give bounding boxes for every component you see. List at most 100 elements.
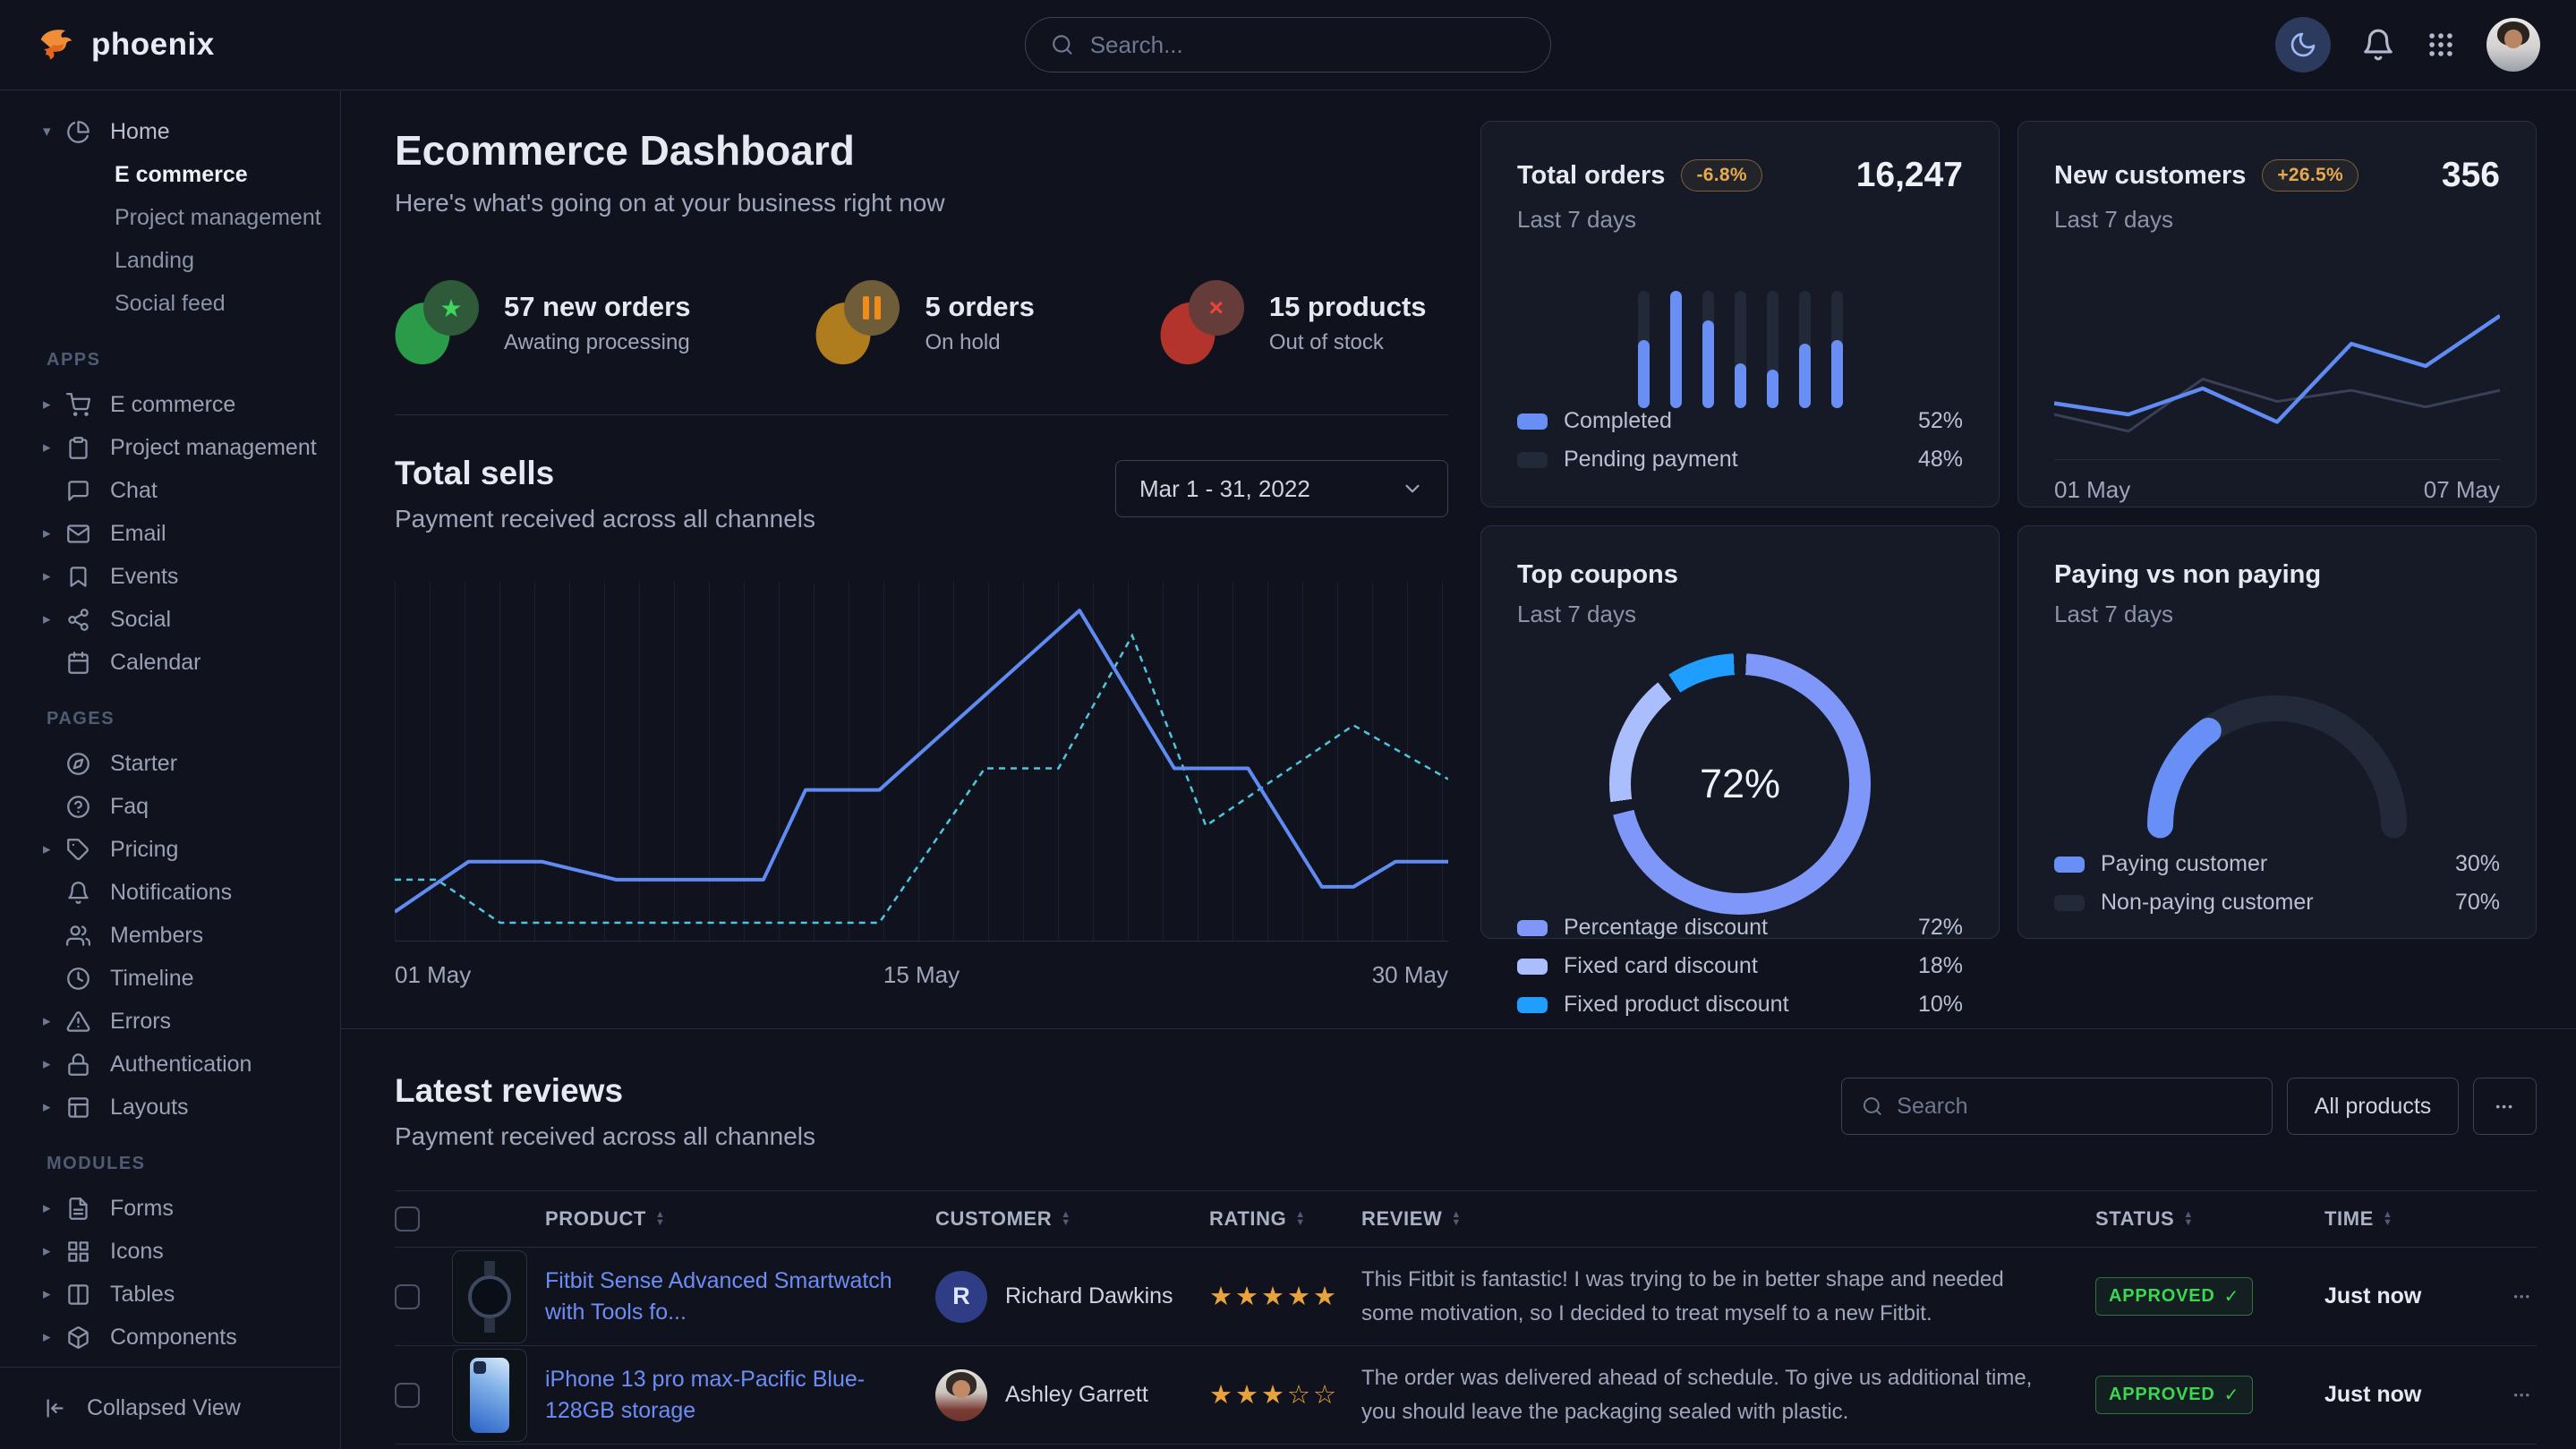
sidebar-item-errors[interactable]: ▸Errors <box>0 1000 340 1043</box>
page-subtitle: Here's what's going on at your business … <box>395 189 1448 217</box>
row-checkbox[interactable] <box>395 1383 420 1408</box>
reviews-search[interactable] <box>1841 1078 2273 1135</box>
review-text: This Fitbit is fantastic! I was trying t… <box>1361 1263 2095 1329</box>
order-bar <box>1638 291 1650 408</box>
status-badge: APPROVED✓ <box>2095 1277 2253 1316</box>
sidebar-item-events[interactable]: ▸Events <box>0 555 340 598</box>
brand[interactable]: phoenix <box>36 24 215 65</box>
collapse-view-button[interactable]: Collapsed View <box>0 1367 340 1449</box>
clock-icon <box>66 967 90 991</box>
sidebar-item-notifications[interactable]: Notifications <box>0 871 340 914</box>
bookmark-icon <box>66 565 90 589</box>
global-search-input[interactable] <box>1090 31 1525 59</box>
sidebar-item-forms[interactable]: ▸Forms <box>0 1187 340 1230</box>
sidebar-item-faq[interactable]: Faq <box>0 785 340 828</box>
card-title: Total orders <box>1517 161 1665 191</box>
page-title: Ecommerce Dashboard <box>395 126 1448 175</box>
sidebar-item-starter[interactable]: Starter <box>0 742 340 785</box>
sidebar-item-label: E commerce <box>110 392 235 418</box>
sidebar-item-pricing[interactable]: ▸Pricing <box>0 828 340 871</box>
sidebar-item-label: Events <box>110 564 178 590</box>
mail-icon <box>66 522 90 546</box>
user-avatar[interactable] <box>2486 18 2540 72</box>
sidebar-item-project-management[interactable]: Project management <box>0 196 340 239</box>
alert-triangle-icon <box>66 1010 90 1034</box>
sort-icon: ▲▼ <box>1295 1211 1306 1227</box>
reviews-more-button[interactable]: ••• <box>2473 1078 2537 1135</box>
stat-caption: Awating processing <box>504 330 690 355</box>
quick-stats: ★ 57 new orders Awating processing 5 ord… <box>395 280 1448 366</box>
all-products-button[interactable]: All products <box>2287 1078 2460 1135</box>
moon-icon <box>2289 30 2317 59</box>
dashboard-left-column: Ecommerce Dashboard Here's what's going … <box>395 121 1448 989</box>
review-text: The order was delivered ahead of schedul… <box>1361 1361 2095 1428</box>
sidebar-item-social[interactable]: ▸Social <box>0 598 340 641</box>
global-search[interactable] <box>1025 17 1551 72</box>
sidebar-item-social-feed[interactable]: Social feed <box>0 282 340 325</box>
sidebar-item-timeline[interactable]: Timeline <box>0 957 340 1000</box>
x-label: 15 May <box>883 961 960 989</box>
product-link[interactable]: Fitbit Sense Advanced Smartwatch with To… <box>545 1266 935 1328</box>
sidebar-item-label: Notifications <box>110 880 232 906</box>
sidebar-item-tables[interactable]: ▸Tables <box>0 1273 340 1316</box>
donut-center-label: 72% <box>1609 653 1871 915</box>
sidebar-item-label: Calendar <box>110 650 200 676</box>
sidebar-item-layouts[interactable]: ▸Layouts <box>0 1086 340 1129</box>
sidebar-item-ecommerce[interactable]: E commerce <box>0 153 340 196</box>
main-content: Ecommerce Dashboard Here's what's going … <box>341 90 2576 1449</box>
sidebar-item-email[interactable]: ▸Email <box>0 512 340 555</box>
customer-avatar: R <box>935 1271 987 1323</box>
legend-row: Fixed card discount18% <box>1517 953 1963 979</box>
sidebar-item-landing[interactable]: Landing <box>0 239 340 282</box>
row-checkbox[interactable] <box>395 1284 420 1309</box>
stat-caption: On hold <box>925 330 1034 355</box>
bell-icon <box>66 881 90 905</box>
customer-cell[interactable]: R Richard Dawkins <box>935 1271 1209 1323</box>
sidebar-section-modules: MODULES <box>47 1154 340 1174</box>
row-actions-button[interactable]: ••• <box>2475 1290 2537 1303</box>
sidebar-item-home[interactable]: ▾ Home <box>0 110 340 153</box>
column-header-product[interactable]: PRODUCT▲▼ <box>545 1207 935 1231</box>
check-icon: ✓ <box>2224 1384 2240 1406</box>
reviews-search-input[interactable] <box>1897 1094 2251 1120</box>
customer-cell[interactable]: Ashley Garrett <box>935 1369 1209 1421</box>
select-all-checkbox[interactable] <box>395 1206 420 1232</box>
sidebar-item-chat[interactable]: Chat <box>0 469 340 512</box>
paying-vs-nonpaying-card: Paying vs non paying Last 7 days Paying … <box>2017 525 2537 939</box>
legend-row: Non-paying customer70% <box>2054 890 2500 916</box>
sidebar-item-icons[interactable]: ▸Icons <box>0 1230 340 1273</box>
column-header-rating[interactable]: RATING▲▼ <box>1209 1207 1361 1231</box>
product-link[interactable]: iPhone 13 pro max-Pacific Blue-128GB sto… <box>545 1364 935 1427</box>
previous-period-line <box>395 635 1448 923</box>
product-thumbnail[interactable] <box>452 1250 527 1343</box>
caret-right-icon: ▸ <box>43 524 66 542</box>
caret-right-icon: ▸ <box>43 1285 66 1303</box>
column-header-time[interactable]: TIME▲▼ <box>2324 1207 2475 1231</box>
sidebar-item-apps-project-management[interactable]: ▸Project management <box>0 426 340 469</box>
row-actions-button[interactable]: ••• <box>2475 1388 2537 1402</box>
product-thumbnail[interactable] <box>452 1349 527 1442</box>
sidebar-item-authentication[interactable]: ▸Authentication <box>0 1043 340 1086</box>
sidebar-item-label: Errors <box>110 1009 171 1035</box>
sidebar-item-members[interactable]: Members <box>0 914 340 957</box>
review-time: Just now <box>2324 1382 2475 1408</box>
total-orders-card: Total orders -6.8% 16,247 Last 7 days Co… <box>1480 121 2000 507</box>
sidebar-item-calendar[interactable]: Calendar <box>0 641 340 684</box>
sidebar-item-apps-ecommerce[interactable]: ▸E commerce <box>0 383 340 426</box>
app-grid-icon[interactable] <box>2426 30 2456 60</box>
notifications-bell-icon[interactable] <box>2361 28 2395 62</box>
sidebar-item-label: Chat <box>110 478 158 504</box>
clipboard-icon <box>66 436 90 460</box>
theme-toggle-button[interactable] <box>2275 17 2331 72</box>
trend-badge: -6.8% <box>1681 159 1761 192</box>
customer-avatar <box>935 1369 987 1421</box>
column-header-customer[interactable]: CUSTOMER▲▼ <box>935 1207 1209 1231</box>
sidebar-item-components[interactable]: ▸Components <box>0 1316 340 1359</box>
legend-row: Fixed product discount10% <box>1517 992 1963 1018</box>
column-header-status[interactable]: STATUS▲▼ <box>2095 1207 2324 1231</box>
compass-icon <box>66 752 90 776</box>
column-header-review[interactable]: REVIEW▲▼ <box>1361 1207 2095 1231</box>
reviews-subtitle: Payment received across all channels <box>395 1122 815 1151</box>
date-range-select[interactable]: Mar 1 - 31, 2022 <box>1115 460 1448 517</box>
legend-row: Completed52% <box>1517 408 1963 434</box>
